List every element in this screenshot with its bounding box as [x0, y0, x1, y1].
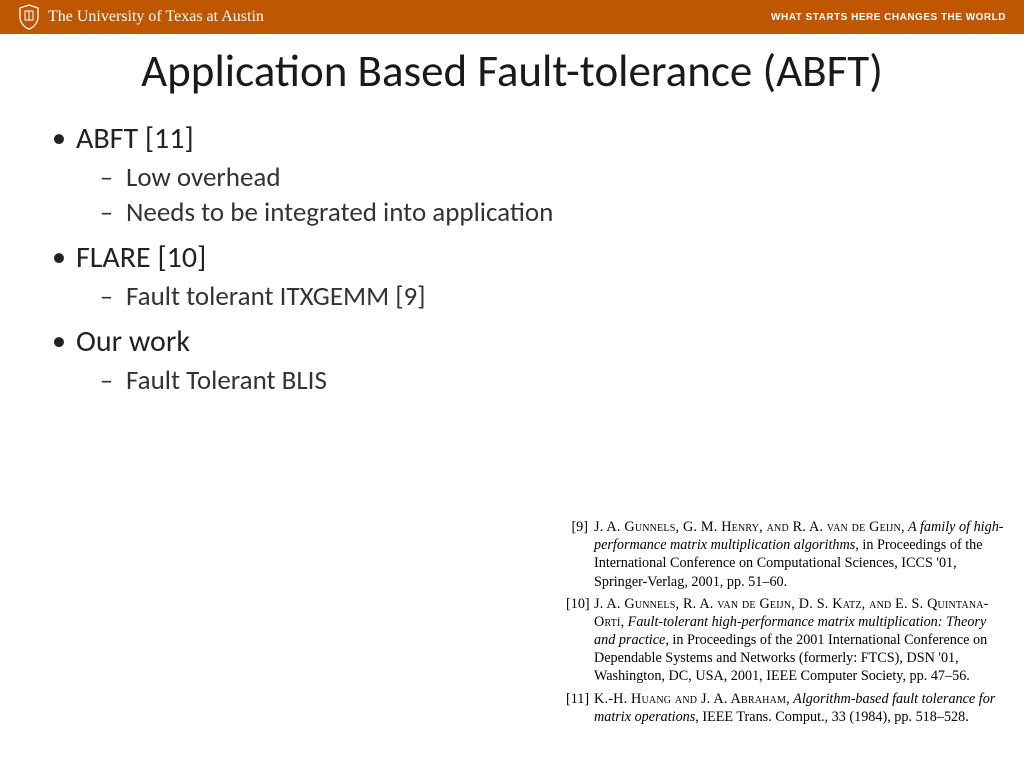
reference-9: [9] J. A. Gunnels, G. M. Henry, and R. A… [566, 518, 1006, 591]
sub-bullet: Low overhead [94, 161, 1024, 194]
ref-number: [11] [566, 690, 594, 726]
header-tagline: WHAT STARTS HERE CHANGES THE WORLD [771, 12, 1006, 23]
bullet-flare: FLARE [10] Fault tolerant ITXGEMM [9] [48, 239, 1024, 313]
header-left: The University of Texas at Austin [18, 4, 264, 30]
references-block: [9] J. A. Gunnels, G. M. Henry, and R. A… [566, 518, 1006, 730]
sub-bullet: Fault tolerant ITXGEMM [9] [94, 280, 1024, 313]
bullet-text: ABFT [11] [76, 120, 194, 157]
ref-number: [10] [566, 595, 594, 686]
university-seal-icon [18, 4, 40, 30]
reference-11: [11] K.-H. Huang and J. A. Abraham, Algo… [566, 690, 1006, 726]
ref-authors: J. A. Gunnels, G. M. Henry, and R. A. va… [594, 519, 901, 535]
bullet-text: Our work [76, 323, 190, 360]
header-bar: The University of Texas at Austin WHAT S… [0, 0, 1024, 34]
ref-rest: , IEEE Trans. Comput., 33 (1984), pp. 51… [695, 709, 969, 725]
slide-title: Application Based Fault-tolerance (ABFT) [0, 46, 1024, 98]
ref-body: J. A. Gunnels, R. A. van de Geijn, D. S.… [594, 595, 1006, 686]
ref-body: J. A. Gunnels, G. M. Henry, and R. A. va… [594, 518, 1006, 591]
sub-bullet: Fault Tolerant BLIS [94, 364, 1024, 397]
ref-authors: K.-H. Huang and J. A. Abraham [594, 691, 786, 707]
sub-bullet: Needs to be integrated into application [94, 196, 1024, 229]
reference-10: [10] J. A. Gunnels, R. A. van de Geijn, … [566, 595, 1006, 686]
bullet-text: FLARE [10] [76, 239, 206, 276]
university-name: The University of Texas at Austin [48, 8, 264, 26]
slide-content: ABFT [11] Low overhead Needs to be integ… [0, 120, 1024, 397]
bullet-our-work: Our work Fault Tolerant BLIS [48, 323, 1024, 397]
ref-number: [9] [566, 518, 594, 591]
ref-body: K.-H. Huang and J. A. Abraham, Algorithm… [594, 690, 1006, 726]
bullet-abft: ABFT [11] Low overhead Needs to be integ… [48, 120, 1024, 229]
